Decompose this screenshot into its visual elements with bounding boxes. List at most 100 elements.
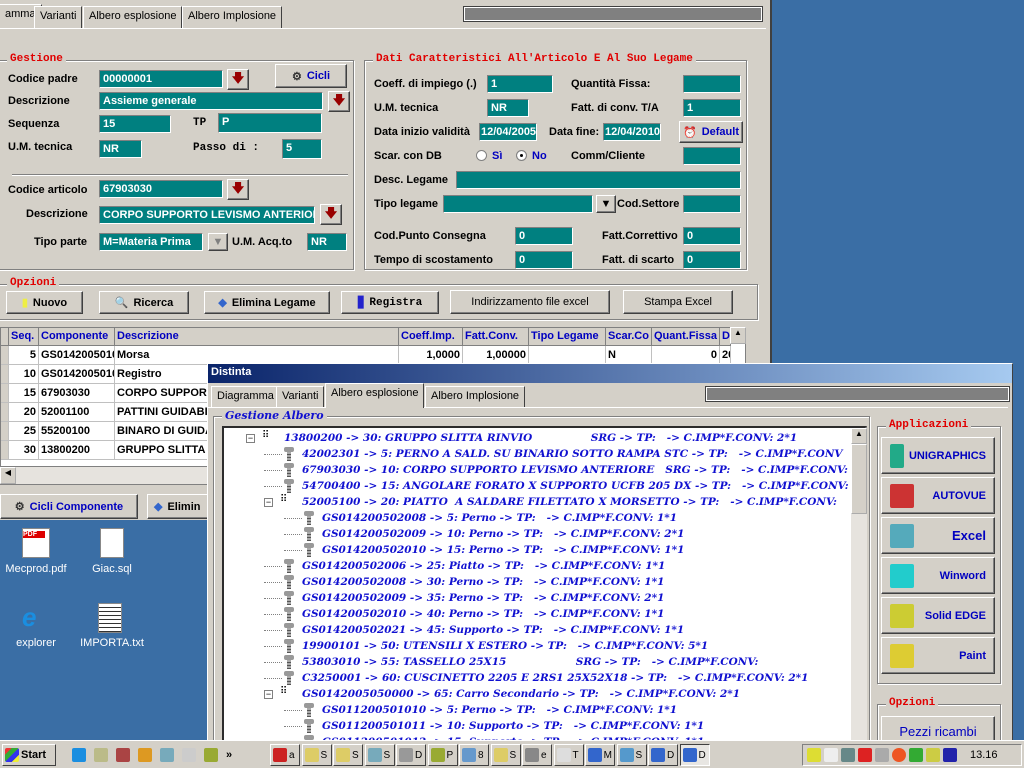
tab-albero-esplosione[interactable]: Albero esplosione <box>325 383 425 408</box>
default-button[interactable]: ⏰ Default <box>679 121 743 143</box>
desc-legame-field[interactable] <box>456 171 741 189</box>
grid-cell[interactable]: 15 <box>9 384 39 403</box>
grid-cell[interactable]: 10 <box>9 365 39 384</box>
start-button[interactable]: Start <box>2 744 56 766</box>
explosion-tree[interactable]: − ⠿ 13800200 -> 30: GRUPPO SLITTA RINVIO S… <box>222 426 867 746</box>
indirizzamento-button[interactable]: Indirizzamento file excel <box>450 290 610 314</box>
grid-cell[interactable]: 20 <box>9 403 39 422</box>
app-icon[interactable] <box>182 748 196 762</box>
tree-node[interactable]: 52005100 -> 20: PIATTO A SALDARE FILETTA… <box>302 494 837 510</box>
collapse-icon[interactable]: − <box>246 434 255 443</box>
ricerca-button[interactable]: 🔍 Ricerca <box>99 291 189 314</box>
um-tecnica2-field[interactable]: NR <box>487 99 529 117</box>
app-icon[interactable] <box>116 748 130 762</box>
tree-node[interactable]: C3250001 -> 60: CUSCINETTO 2205 E 2RS1 2… <box>302 670 808 686</box>
tray-icon[interactable] <box>892 748 906 762</box>
um-acq-field[interactable]: NR <box>307 233 347 251</box>
ie-icon[interactable] <box>72 748 86 762</box>
tray-icon[interactable] <box>909 748 923 762</box>
grid-cell[interactable]: GS0142005010 <box>39 365 115 384</box>
column-header[interactable]: Seq. <box>9 328 39 346</box>
desktop-icon[interactable] <box>94 748 108 762</box>
taskbar-task-button[interactable]: 8 <box>459 744 489 766</box>
tree-node[interactable]: 13800200 -> 30: GRUPPO SLITTA RINVIO SRG… <box>284 430 797 446</box>
paint-button[interactable]: Paint <box>881 637 995 674</box>
tipo-legame-dropdown-button[interactable]: ▼ <box>596 195 616 213</box>
passo-field[interactable]: 5 <box>282 139 322 159</box>
scar-si-radio[interactable] <box>476 150 487 161</box>
sequenza-field[interactable]: 15 <box>99 115 171 133</box>
tree-node[interactable]: GS014200502009 -> 35: Perno -> TP: -> C.… <box>302 590 664 606</box>
stampa-excel-button[interactable]: Stampa Excel <box>623 290 733 314</box>
taskbar-task-button[interactable]: D <box>648 744 678 766</box>
tray-icon[interactable] <box>824 748 838 762</box>
fatt-conv-field[interactable]: 1 <box>683 99 741 117</box>
row-selector[interactable] <box>1 346 9 365</box>
tab-albero-esplosione[interactable]: Albero esplosione <box>83 6 183 28</box>
column-header[interactable]: Fatt.Conv. <box>463 328 529 346</box>
codice-padre-field[interactable]: 00000001 <box>99 70 223 88</box>
tray-icon[interactable] <box>926 748 940 762</box>
tree-node[interactable]: GS014200502021 -> 45: Supporto -> TP: ->… <box>302 622 684 638</box>
tab-varianti[interactable]: Varianti <box>34 6 83 28</box>
tree-node[interactable]: GS014200502008 -> 30: Perno -> TP: -> C.… <box>302 574 664 590</box>
network-icon[interactable] <box>841 748 855 762</box>
tree-node[interactable]: GS014200502010 -> 40: Perno -> TP: -> C.… <box>302 606 664 622</box>
app-icon[interactable] <box>138 748 152 762</box>
grid-cell[interactable]: GS0142005010 <box>39 346 115 365</box>
column-header[interactable]: Descrizione <box>115 328 399 346</box>
tree-node[interactable]: 67903030 -> 10: CORPO SUPPORTO LEVISMO A… <box>302 462 848 478</box>
clock[interactable]: 13.16 <box>970 749 998 761</box>
cicli-componente-button[interactable]: ⚙ Cicli Componente <box>0 494 138 519</box>
excel-button[interactable]: Excel <box>881 517 995 554</box>
codice-articolo-lookup-button[interactable]: 🡇 <box>227 179 249 200</box>
tree-node[interactable]: 42002301 -> 5: PERNO A SALD. SU BINARIO … <box>302 446 843 462</box>
taskbar-task-button[interactable]: P <box>427 744 458 766</box>
volume-icon[interactable] <box>807 748 821 762</box>
elimina-legame-button[interactable]: ◆ Elimina Legame <box>204 291 330 314</box>
descrizione-field[interactable]: Assieme generale <box>99 92 323 110</box>
taskbar-task-button[interactable]: e <box>522 744 552 766</box>
grid-cell[interactable]: 67903030 <box>39 384 115 403</box>
tab-diagramma[interactable]: Diagramma <box>211 386 280 408</box>
row-selector[interactable] <box>1 441 9 460</box>
tipo-parte-select[interactable]: M=Materia Prima <box>99 233 203 251</box>
registra-button[interactable]: ▉ Registra <box>341 291 439 314</box>
taskbar-task-button[interactable]: a <box>270 744 300 766</box>
chevron-icon[interactable]: » <box>226 749 232 761</box>
collapse-icon[interactable]: − <box>264 498 273 507</box>
codice-articolo-field[interactable]: 67903030 <box>99 180 223 198</box>
tree-node[interactable]: GS014200502006 -> 25: Piatto -> TP: -> C… <box>302 558 665 574</box>
cod-punto-field[interactable]: 0 <box>515 227 573 245</box>
tree-node[interactable]: GS014200502010 -> 15: Perno -> TP: -> C.… <box>322 542 684 558</box>
taskbar-task-button[interactable]: S <box>333 744 363 766</box>
data-fine-field[interactable]: 12/04/2010 <box>603 123 661 141</box>
descrizione-lookup-button[interactable]: 🡇 <box>328 91 350 112</box>
tray-icon[interactable] <box>875 748 889 762</box>
data-inizio-field[interactable]: 12/04/2005 <box>479 123 537 141</box>
codice-padre-lookup-button[interactable]: 🡇 <box>227 69 249 90</box>
scroll-up-button[interactable]: ▲ <box>851 428 867 444</box>
tab-varianti[interactable]: Varianti <box>276 386 325 408</box>
grid-scroll-up-button[interactable]: ▲ <box>730 327 746 344</box>
taskbar-task-button[interactable]: M <box>585 744 615 766</box>
taskbar-task-button[interactable]: D <box>679 744 710 766</box>
fatt-scarto-field[interactable]: 0 <box>683 251 741 269</box>
comm-cliente-field[interactable] <box>683 147 741 165</box>
grid-cell[interactable]: 5 <box>9 346 39 365</box>
descrizione-articolo-field[interactable]: CORPO SUPPORTO LEVISMO ANTERIORE <box>99 206 315 224</box>
scroll-left-button[interactable]: ◀ <box>0 467 16 484</box>
taskbar-task-button[interactable]: S <box>490 744 521 766</box>
tree-node[interactable]: GS014200502009 -> 10: Perno -> TP: -> C.… <box>322 526 684 542</box>
tree-node[interactable]: GS0142005050000 -> 65: Carro Secondario … <box>302 686 740 702</box>
grid-horizontal-scrollbar[interactable]: ◀ <box>0 466 210 484</box>
fatt-correttivo-field[interactable]: 0 <box>683 227 741 245</box>
unigraphics-button[interactable]: UNIGRAPHICS <box>881 437 995 474</box>
column-header[interactable]: Componente <box>39 328 115 346</box>
clock-app-icon[interactable] <box>204 748 218 762</box>
grid-cell[interactable]: 55200100 <box>39 422 115 441</box>
tipo-legame-select[interactable] <box>443 195 593 213</box>
scar-no-radio[interactable] <box>516 150 527 161</box>
collapse-icon[interactable]: − <box>264 690 273 699</box>
row-selector[interactable] <box>1 403 9 422</box>
